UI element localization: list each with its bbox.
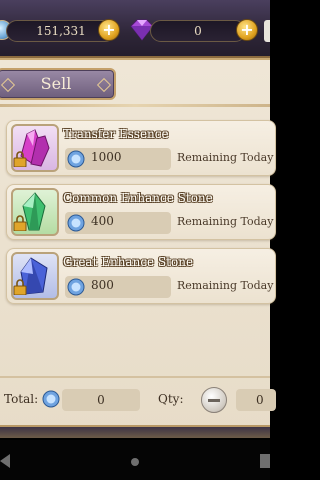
remaining-today-label: Remaining Today	[177, 215, 274, 228]
lock-icon	[13, 279, 27, 295]
coin-balance-value: 151,331	[36, 24, 86, 38]
back-icon[interactable]	[0, 454, 10, 468]
total-value: 0	[62, 389, 140, 411]
qty-value[interactable]: 0	[236, 389, 276, 411]
price-box: 1000	[65, 148, 171, 170]
side-handle	[264, 20, 270, 42]
silver-coin-icon	[67, 150, 85, 168]
home-icon[interactable]	[131, 458, 139, 466]
list-item-common-enhance-stone[interactable]: Common Enhance Stone 400 Remaining Today	[6, 184, 276, 240]
remaining-today-label: Remaining Today	[177, 151, 274, 164]
silver-coin-icon	[67, 278, 85, 296]
tab-sell[interactable]: Sell	[0, 68, 116, 100]
system-nav-bar	[0, 440, 270, 480]
item-name: Transfer Essence	[63, 127, 169, 141]
footer-divider	[0, 376, 270, 378]
lock-icon	[13, 215, 27, 231]
tab-sell-label: Sell	[40, 74, 72, 93]
silver-coin-icon	[67, 214, 85, 232]
silver-coin-icon	[42, 390, 60, 408]
item-price: 400	[91, 214, 114, 228]
currency-bar: 151,331 + 0 +	[0, 0, 270, 58]
item-price: 800	[91, 278, 114, 292]
remaining-today-label: Remaining Today	[177, 279, 274, 292]
list-item-great-enhance-stone[interactable]: Great Enhance Stone 800 Remaining Today	[6, 248, 276, 304]
item-name: Great Enhance Stone	[63, 255, 194, 269]
item-name: Common Enhance Stone	[63, 191, 213, 205]
add-coins-button[interactable]: +	[98, 19, 120, 41]
gem-balance-value: 0	[194, 24, 202, 38]
decrease-qty-button[interactable]	[201, 387, 227, 413]
add-gems-button[interactable]: +	[236, 19, 258, 41]
lock-icon	[13, 151, 27, 167]
list-item-transfer-essence[interactable]: Transfer Essence 1000 Remaining Today	[6, 120, 276, 176]
item-price: 1000	[91, 150, 122, 164]
gem-balance: 0	[150, 20, 246, 42]
recents-icon[interactable]	[260, 454, 270, 468]
price-box: 800	[65, 276, 171, 298]
price-box: 400	[65, 212, 171, 234]
qty-label: Qty:	[158, 392, 184, 406]
tab-divider	[0, 104, 270, 107]
bottom-frame	[0, 425, 270, 438]
total-label: Total:	[4, 392, 39, 406]
